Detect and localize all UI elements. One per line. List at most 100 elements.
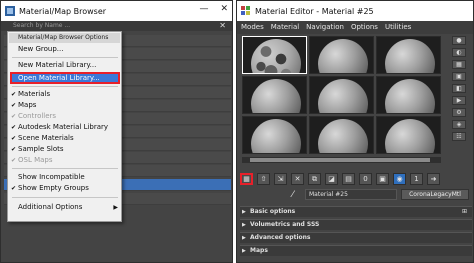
go-forward-to-sibling-button[interactable]: ➜ <box>427 173 440 185</box>
sample-slot[interactable] <box>309 116 374 154</box>
menu-navigation[interactable]: Navigation <box>306 21 344 34</box>
menu-item-label: Materials <box>18 90 51 98</box>
material-preview-sphere <box>251 39 301 73</box>
make-unique-button[interactable]: ◪ <box>325 173 338 185</box>
minimize-button[interactable]: — <box>199 4 208 14</box>
menu-separator <box>12 86 118 87</box>
show-shaded-material-button[interactable]: ▣ <box>376 173 389 185</box>
sample-uv-tiling-icon[interactable]: ▣ <box>452 72 466 81</box>
eyedropper-icon[interactable]: ⁄ <box>292 189 294 201</box>
material-map-navigator-icon[interactable]: ☷ <box>452 132 466 141</box>
menu-modes[interactable]: Modes <box>241 21 264 34</box>
menu-item-scene-materials[interactable]: ✔ Scene Materials <box>10 133 120 144</box>
menu-utilities[interactable]: Utilities <box>385 21 411 34</box>
menu-item-additional-options[interactable]: Additional Options ▶ <box>10 202 120 213</box>
sample-slot[interactable] <box>309 36 374 74</box>
menu-separator <box>12 57 118 58</box>
rollout-label: Volumetrics and SSS <box>250 221 320 228</box>
rollout-maps[interactable]: ▶ Maps <box>240 245 472 256</box>
menu-item-maps[interactable]: ✔ Maps <box>10 100 120 111</box>
make-material-copy-button[interactable]: ⧉ <box>308 173 321 185</box>
rollout-advanced-options[interactable]: ▶ Advanced options <box>240 232 472 243</box>
menu-separator <box>12 168 118 169</box>
expand-triangle-icon: ▶ <box>242 248 246 254</box>
rollout-basic-options[interactable]: ▶ Basic options ⊞ <box>240 206 472 217</box>
menu-item-label: Controllers <box>18 112 57 120</box>
go-to-parent-button[interactable]: 1 <box>410 173 423 185</box>
material-preview-sphere <box>385 119 435 153</box>
material-type-button[interactable]: CoronaLegacyMtl <box>401 189 469 200</box>
select-by-material-icon[interactable]: ◈ <box>452 120 466 129</box>
rollout-label: Basic options <box>250 208 296 215</box>
menu-item-label: Additional Options <box>18 203 83 211</box>
sample-slots-grid <box>242 36 441 156</box>
scrollbar-thumb[interactable] <box>250 158 430 162</box>
reset-map-button[interactable]: ✕ <box>291 173 304 185</box>
checkmark-icon: ✔ <box>11 124 17 131</box>
browser-app-icon <box>5 6 15 16</box>
checkmark-icon: ✔ <box>11 135 17 142</box>
menu-item-osl-maps: ✔ OSL Maps <box>10 155 120 166</box>
checkmark-icon: ✔ <box>11 91 17 98</box>
checkmark-icon: ✔ <box>11 102 17 109</box>
menu-item-materials[interactable]: ✔ Materials <box>10 89 120 100</box>
material-map-browser-window: Material/Map Browser — ✕ ▼ Search by Nam… <box>0 0 233 263</box>
menu-item-show-empty-groups[interactable]: ✔ Show Empty Groups <box>10 183 120 194</box>
sample-slot-active[interactable] <box>242 36 307 74</box>
checkmark-icon: ✔ <box>11 157 17 164</box>
material-preview-sphere <box>385 39 435 73</box>
video-color-check-icon[interactable]: ◧ <box>452 84 466 93</box>
editor-title: Material Editor - Material #25 <box>255 6 374 16</box>
browser-title-bar[interactable]: Material/Map Browser — ✕ <box>1 1 232 21</box>
menu-item-label: Show Empty Groups <box>18 184 89 192</box>
rollout-label: Advanced options <box>250 234 311 241</box>
checkmark-icon: ✔ <box>11 185 17 192</box>
rollout-pin-icon[interactable]: ⊞ <box>462 207 467 217</box>
menu-item-autodesk-material-library[interactable]: ✔ Autodesk Material Library <box>10 122 120 133</box>
put-material-to-scene-button[interactable]: ⇧ <box>257 173 270 185</box>
rollout-label: Maps <box>250 247 268 254</box>
get-material-button[interactable]: ▦ <box>240 173 253 185</box>
submenu-arrow-icon: ▶ <box>113 204 118 211</box>
sample-type-icon[interactable]: ● <box>452 36 466 45</box>
checkmark-icon: ✔ <box>11 146 17 153</box>
menu-item-label: OSL Maps <box>18 156 53 164</box>
put-to-library-button[interactable]: ▤ <box>342 173 355 185</box>
options-icon[interactable]: ⚙ <box>452 108 466 117</box>
menu-item-open-material-library[interactable]: Open Material Library... <box>10 72 120 84</box>
sample-slot[interactable] <box>376 36 441 74</box>
close-browser-x-icon[interactable]: ✕ <box>219 21 226 31</box>
menu-item-show-incompatible[interactable]: Show Incompatible <box>10 172 120 183</box>
menu-material[interactable]: Material <box>271 21 299 34</box>
sample-slot[interactable] <box>376 116 441 154</box>
search-input[interactable]: Search by Name ... <box>1 21 232 31</box>
expand-triangle-icon: ▶ <box>242 235 246 241</box>
menu-options[interactable]: Options <box>351 21 378 34</box>
backlight-icon[interactable]: ◐ <box>452 48 466 57</box>
editor-title-bar[interactable]: Material Editor - Material #25 <box>237 1 473 21</box>
assign-material-to-selection-button[interactable]: ⇲ <box>274 173 287 185</box>
close-button[interactable]: ✕ <box>220 4 228 14</box>
rollout-volumetrics-sss[interactable]: ▶ Volumetrics and SSS <box>240 219 472 230</box>
sample-slot[interactable] <box>242 116 307 154</box>
sample-slots-scrollbar[interactable] <box>242 157 441 163</box>
material-preview-sphere <box>318 79 368 113</box>
show-end-result-button[interactable]: ◉ <box>393 173 406 185</box>
background-checker-icon[interactable]: ▦ <box>452 60 466 69</box>
sample-slot[interactable] <box>376 76 441 114</box>
material-name-field[interactable]: Material #25 <box>305 189 397 200</box>
sample-slot[interactable] <box>309 76 374 114</box>
material-name-row: ⁄ Material #25 CoronaLegacyMtl <box>240 189 472 201</box>
material-editor-app-icon <box>241 6 250 15</box>
menu-item-new-group[interactable]: New Group... <box>10 44 120 55</box>
menu-item-new-material-library[interactable]: New Material Library... <box>10 60 120 71</box>
menu-item-controllers: ✔ Controllers <box>10 111 120 122</box>
material-preview-sphere <box>318 39 368 73</box>
menu-item-label: Scene Materials <box>18 134 74 142</box>
material-preview-sphere <box>318 119 368 153</box>
make-preview-icon[interactable]: ▶ <box>452 96 466 105</box>
material-id-channel-button[interactable]: 0 <box>359 173 372 185</box>
menu-header: Material/Map Browser Options <box>9 33 120 43</box>
menu-item-sample-slots[interactable]: ✔ Sample Slots <box>10 144 120 155</box>
sample-slot[interactable] <box>242 76 307 114</box>
